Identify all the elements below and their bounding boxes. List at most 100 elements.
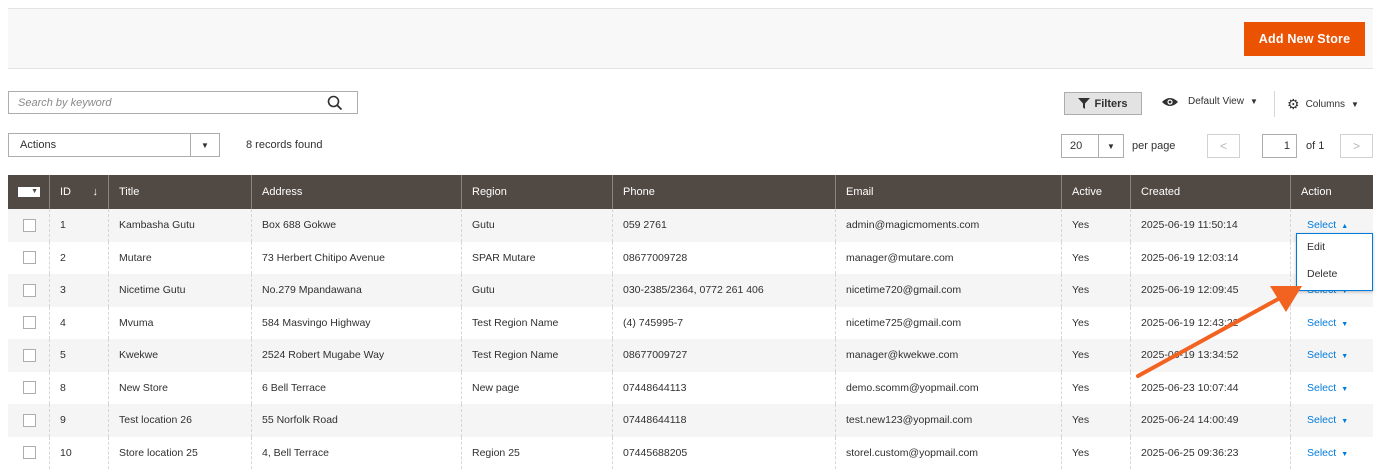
filters-label: Filters xyxy=(1094,98,1127,110)
row-checkbox[interactable] xyxy=(23,446,36,459)
cell-address: 6 Bell Terrace xyxy=(251,372,461,405)
caret-down-icon: ▼ xyxy=(1351,100,1359,109)
row-checkbox[interactable] xyxy=(23,251,36,264)
filters-button[interactable]: Filters xyxy=(1064,92,1142,115)
cell-created: 2025-06-19 11:50:14 xyxy=(1130,209,1290,242)
row-select-cell xyxy=(8,372,49,405)
cell-created: 2025-06-25 09:36:23 xyxy=(1130,437,1290,469)
row-action-label: Select xyxy=(1307,414,1336,426)
row-checkbox[interactable] xyxy=(23,349,36,362)
row-checkbox[interactable] xyxy=(23,316,36,329)
mass-select-header[interactable]: ▼ xyxy=(8,175,49,209)
per-page-select[interactable]: 20 ▼ xyxy=(1061,134,1124,158)
caret-down-icon: ▼ xyxy=(1341,418,1348,425)
cell-email: nicetime725@gmail.com xyxy=(835,307,1061,340)
cell-title: Nicetime Gutu xyxy=(108,274,251,307)
cell-id: 8 xyxy=(49,372,108,405)
caret-down-icon: ▼ xyxy=(1341,451,1348,458)
cell-region: Region 25 xyxy=(461,437,612,469)
row-checkbox[interactable] xyxy=(23,414,36,427)
row-action-label: Select xyxy=(1307,382,1336,394)
search-input[interactable]: Search by keyword xyxy=(8,91,358,114)
row-select-cell xyxy=(8,437,49,469)
columns-control[interactable]: ⚙ Columns ▼ xyxy=(1287,96,1359,113)
search-icon[interactable] xyxy=(327,95,343,111)
prev-page-button[interactable]: < xyxy=(1207,134,1240,158)
cell-active: Yes xyxy=(1061,307,1130,340)
cell-active: Yes xyxy=(1061,437,1130,469)
cell-address: 4, Bell Terrace xyxy=(251,437,461,469)
caret-down-icon: ▼ xyxy=(190,134,219,156)
cell-phone: (4) 745995-7 xyxy=(612,307,835,340)
toolbar-divider xyxy=(1274,91,1275,117)
per-page-value: 20 xyxy=(1070,140,1082,152)
sort-arrow-icon: ↓ xyxy=(93,175,99,209)
cell-phone: 07445688205 xyxy=(612,437,835,469)
cell-active: Yes xyxy=(1061,339,1130,372)
table-row: 9Test location 2655 Norfolk Road07448644… xyxy=(8,404,1373,437)
edit-action[interactable]: Edit xyxy=(1297,234,1372,261)
cell-active: Yes xyxy=(1061,209,1130,242)
mass-actions-select[interactable]: Actions ▼ xyxy=(8,133,220,157)
table-row: 10Store location 254, Bell TerraceRegion… xyxy=(8,437,1373,469)
row-action-select[interactable]: Select▲ xyxy=(1307,219,1348,231)
row-select-cell xyxy=(8,339,49,372)
cell-active: Yes xyxy=(1061,242,1130,275)
column-header-active[interactable]: Active xyxy=(1061,175,1130,209)
next-page-button[interactable]: > xyxy=(1340,134,1373,158)
cell-region: SPAR Mutare xyxy=(461,242,612,275)
row-select-cell xyxy=(8,404,49,437)
row-select-cell xyxy=(8,307,49,340)
cell-region: Gutu xyxy=(461,209,612,242)
page-number-input[interactable]: 1 xyxy=(1262,134,1297,158)
column-header-phone[interactable]: Phone xyxy=(612,175,835,209)
row-action-label: Select xyxy=(1307,447,1336,459)
default-view-switcher[interactable]: Default View ▼ xyxy=(1162,96,1258,107)
column-header-email[interactable]: Email xyxy=(835,175,1061,209)
chevron-right-icon: > xyxy=(1353,139,1360,153)
table-row: 2Mutare73 Herbert Chitipo AvenueSPAR Mut… xyxy=(8,242,1373,275)
column-header-action: Action xyxy=(1290,175,1373,209)
row-select-cell xyxy=(8,274,49,307)
column-header-created[interactable]: Created xyxy=(1130,175,1290,209)
column-header-title[interactable]: Title xyxy=(108,175,251,209)
cell-email: demo.scomm@yopmail.com xyxy=(835,372,1061,405)
cell-id: 2 xyxy=(49,242,108,275)
annotation-arrow-icon xyxy=(1130,272,1320,382)
cell-action: Select ▼ xyxy=(1290,437,1373,469)
actions-label: Actions xyxy=(20,139,56,151)
cell-id: 10 xyxy=(49,437,108,469)
cell-email: admin@magicmoments.com xyxy=(835,209,1061,242)
grid-header: ▼ ID↓ Title Address Region Phone Email A… xyxy=(8,175,1373,209)
cell-title: New Store xyxy=(108,372,251,405)
cell-title: Kwekwe xyxy=(108,339,251,372)
cell-phone: 07448644118 xyxy=(612,404,835,437)
cell-email: nicetime720@gmail.com xyxy=(835,274,1061,307)
mass-select-checkbox[interactable]: ▼ xyxy=(18,187,40,197)
column-header-id[interactable]: ID↓ xyxy=(49,175,108,209)
row-checkbox[interactable] xyxy=(23,284,36,297)
row-action-select[interactable]: Select ▼ xyxy=(1307,414,1348,426)
cell-created: 2025-06-24 14:00:49 xyxy=(1130,404,1290,437)
cell-region: Test Region Name xyxy=(461,339,612,372)
row-action-select[interactable]: Select ▼ xyxy=(1307,447,1348,459)
add-new-store-button[interactable]: Add New Store xyxy=(1244,22,1365,56)
cell-action: Select ▼ xyxy=(1290,404,1373,437)
cell-active: Yes xyxy=(1061,404,1130,437)
cell-address: No.279 Mpandawana xyxy=(251,274,461,307)
cell-id: 4 xyxy=(49,307,108,340)
table-row: 1Kambasha GutuBox 688 GokweGutu059 2761a… xyxy=(8,209,1373,242)
row-checkbox[interactable] xyxy=(23,219,36,232)
column-header-address[interactable]: Address xyxy=(251,175,461,209)
column-header-region[interactable]: Region xyxy=(461,175,612,209)
caret-down-icon: ▼ xyxy=(1341,353,1348,360)
page-total: of 1 xyxy=(1306,140,1324,152)
row-checkbox[interactable] xyxy=(23,381,36,394)
row-action-select[interactable]: Select▼ xyxy=(1307,382,1348,394)
cell-phone: 07448644113 xyxy=(612,372,835,405)
cell-phone: 08677009728 xyxy=(612,242,835,275)
cell-created: 2025-06-19 12:03:14 xyxy=(1130,242,1290,275)
caret-down-icon: ▼ xyxy=(1250,97,1258,106)
cell-title: Mutare xyxy=(108,242,251,275)
cell-active: Yes xyxy=(1061,372,1130,405)
